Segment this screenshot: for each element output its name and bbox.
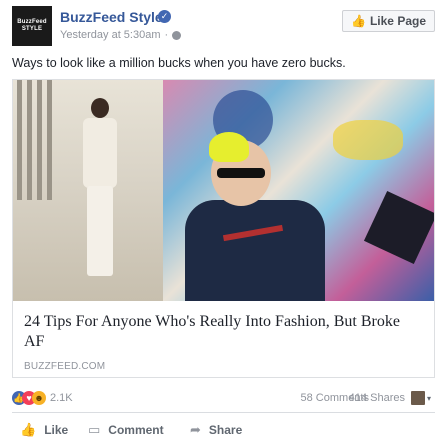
image-left-panel bbox=[13, 80, 163, 301]
share-icon: ➦ bbox=[190, 422, 201, 437]
timestamp-link[interactable]: Yesterday at 5:30am bbox=[60, 29, 161, 41]
sunglasses bbox=[217, 168, 265, 178]
like-page-label: Like Page bbox=[369, 14, 426, 28]
link-domain: BUZZFEED.COM bbox=[24, 361, 106, 372]
link-preview-image[interactable] bbox=[13, 80, 434, 301]
post-header: BuzzFeed STYLE BuzzFeed Style ✓ Yesterda… bbox=[12, 6, 435, 46]
link-card[interactable]: 24 Tips For Anyone Who's Really Into Fas… bbox=[12, 79, 435, 378]
globe-icon bbox=[172, 30, 182, 40]
model-figure-left bbox=[75, 98, 125, 288]
reaction-count[interactable]: 2.1K bbox=[50, 392, 73, 404]
audience-selector[interactable]: ▾ bbox=[411, 390, 435, 406]
divider bbox=[12, 412, 435, 413]
post-caption: Ways to look like a million bucks when y… bbox=[12, 56, 346, 70]
verified-badge-icon: ✓ bbox=[158, 10, 171, 23]
page-avatar[interactable]: BuzzFeed STYLE bbox=[12, 6, 52, 46]
thumbs-up-icon: 👍 bbox=[20, 422, 37, 437]
haha-reaction-icon[interactable]: ☻ bbox=[32, 391, 46, 405]
model-jacket bbox=[185, 200, 325, 301]
thumbs-up-icon: 👍 bbox=[351, 14, 366, 28]
link-card-text[interactable]: 24 Tips For Anyone Who's Really Into Fas… bbox=[13, 301, 434, 377]
share-label: Share bbox=[208, 423, 243, 437]
avatar bbox=[411, 391, 425, 405]
action-bar: 👍 Like ▭ Comment ➦ Share bbox=[12, 418, 435, 442]
share-button[interactable]: ➦ Share bbox=[190, 418, 242, 442]
like-label: Like bbox=[44, 423, 69, 437]
facebook-post: BuzzFeed STYLE BuzzFeed Style ✓ Yesterda… bbox=[0, 0, 447, 445]
like-button[interactable]: 👍 Like bbox=[20, 418, 68, 442]
comment-icon: ▭ bbox=[88, 422, 101, 437]
reactions-bar: 👍 ♥ ☻ 2.1K 58 Comments 414 Shares ▾ bbox=[12, 389, 435, 407]
link-title[interactable]: 24 Tips For Anyone Who's Really Into Fas… bbox=[24, 312, 423, 352]
comment-label: Comment bbox=[108, 423, 164, 437]
like-page-button[interactable]: 👍 Like Page bbox=[342, 10, 435, 32]
page-name-link[interactable]: BuzzFeed Style bbox=[60, 9, 163, 25]
shares-count[interactable]: 414 Shares bbox=[349, 392, 405, 404]
page-logo-text: BuzzFeed STYLE bbox=[17, 19, 47, 32]
chevron-down-icon: ▾ bbox=[427, 393, 432, 403]
post-meta: Yesterday at 5:30am · bbox=[60, 29, 182, 41]
comment-button[interactable]: ▭ Comment bbox=[88, 418, 164, 442]
